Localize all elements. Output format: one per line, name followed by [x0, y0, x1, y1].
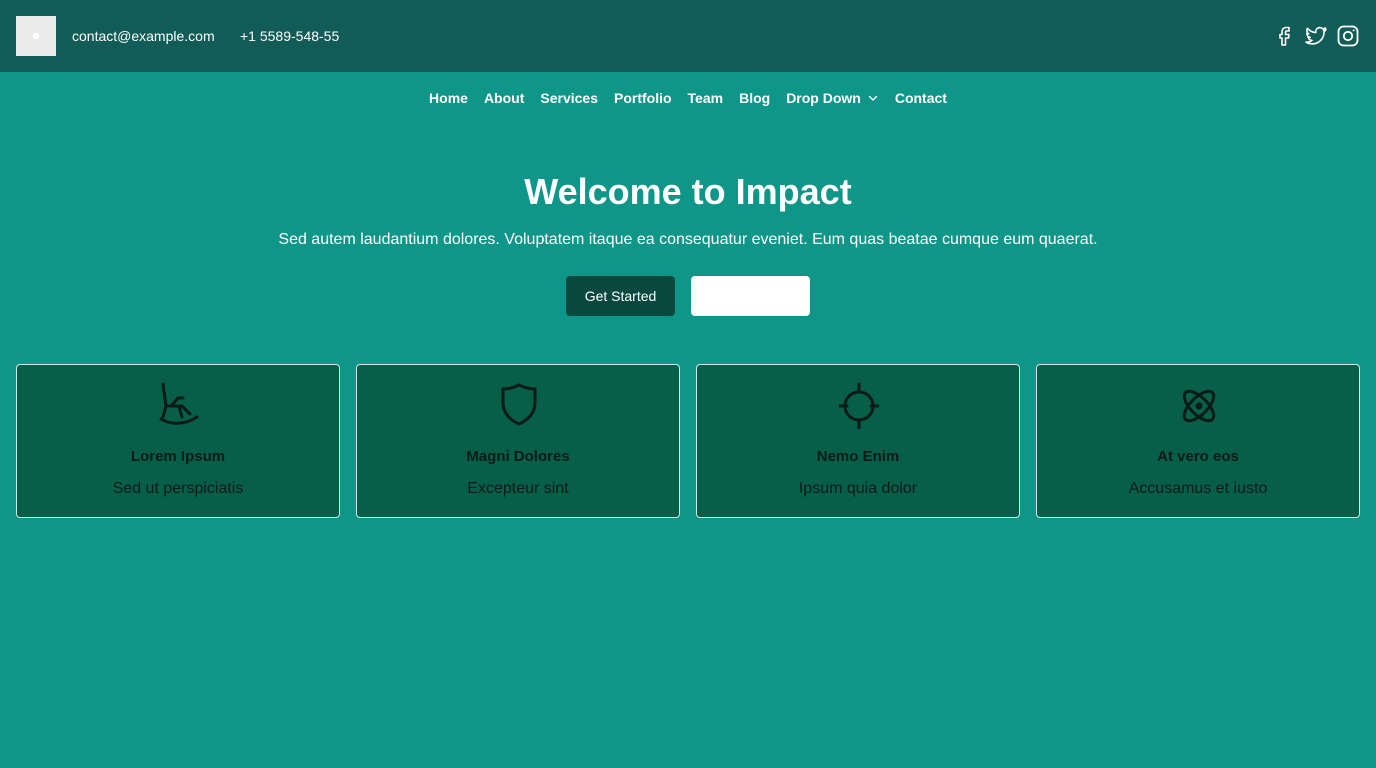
feature-card[interactable]: Lorem Ipsum Sed ut perspiciatis: [16, 364, 340, 518]
card-title: Nemo Enim: [816, 448, 900, 465]
card-description: Sed ut perspiciatis: [112, 480, 244, 497]
nav-blog[interactable]: Blog: [739, 88, 770, 108]
feature-card[interactable]: Nemo Enim Ipsum quia dolor: [696, 364, 1020, 518]
card-description: Ipsum quia dolor: [798, 480, 918, 497]
nav-contact[interactable]: Contact: [895, 88, 947, 108]
card-description: Accusamus et iusto: [1128, 480, 1268, 497]
card-title: At vero eos: [1157, 448, 1239, 465]
crosshair-icon: [839, 381, 879, 429]
contact-phone[interactable]: +1 5589-548-55: [240, 27, 339, 45]
contact-email[interactable]: contact@example.com: [72, 27, 215, 45]
get-started-button[interactable]: Get Started: [566, 276, 675, 316]
nav-home[interactable]: Home: [429, 88, 468, 108]
card-title: Magni Dolores: [466, 448, 570, 465]
feature-card[interactable]: At vero eos Accusamus et iusto: [1036, 364, 1360, 518]
social-links: [1272, 24, 1360, 48]
logo[interactable]: [16, 16, 56, 56]
hero-title: Welcome to Impact: [524, 171, 852, 212]
main-nav: Home About Services Portfolio Team Blog …: [0, 88, 1376, 108]
instagram-icon[interactable]: [1336, 24, 1360, 48]
nav-about[interactable]: About: [484, 88, 524, 108]
hero-subtitle: Sed autem laudantium dolores. Voluptatem…: [278, 231, 1098, 248]
card-title: Lorem Ipsum: [130, 448, 226, 465]
shield-icon: [499, 381, 539, 429]
secondary-button[interactable]: [691, 276, 810, 316]
chevron-down-icon: [867, 92, 879, 104]
twitter-icon[interactable]: [1304, 24, 1328, 48]
atom-icon: [1179, 381, 1219, 429]
card-description: Excepteur sint: [467, 480, 569, 497]
nav-services[interactable]: Services: [540, 88, 598, 108]
nav-dropdown-label: Drop Down: [786, 90, 861, 106]
nav-dropdown[interactable]: Drop Down: [786, 88, 879, 108]
feature-card[interactable]: Magni Dolores Excepteur sint: [356, 364, 680, 518]
topbar: contact@example.com +1 5589-548-55: [0, 0, 1376, 72]
feature-cards: Lorem Ipsum Sed ut perspiciatis Magni Do…: [16, 364, 1360, 518]
nav-team[interactable]: Team: [688, 88, 724, 108]
rocking-chair-icon: [159, 381, 199, 429]
nav-portfolio[interactable]: Portfolio: [614, 88, 672, 108]
logo-dot: [33, 33, 39, 39]
facebook-icon[interactable]: [1272, 24, 1296, 48]
